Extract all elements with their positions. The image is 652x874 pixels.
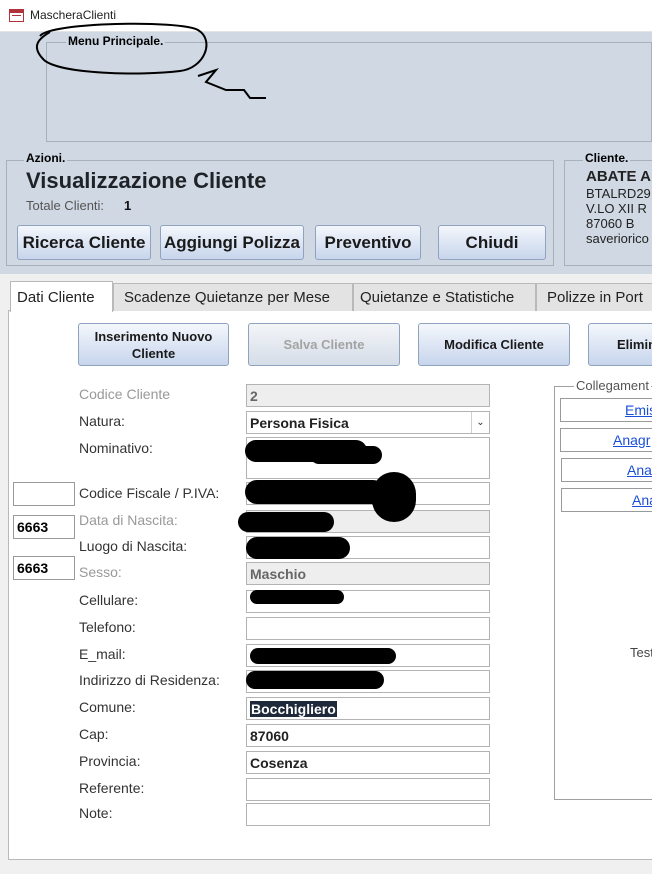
cliente-cap-comune: 87060 B xyxy=(586,216,635,231)
cap-field[interactable]: 87060 xyxy=(246,724,490,747)
redaction-mark xyxy=(372,472,416,522)
comune-value: Bocchigliero xyxy=(250,701,337,717)
access-form-icon xyxy=(9,9,24,22)
referente-label: Referente: xyxy=(79,780,145,796)
modifica-cliente-button[interactable]: Modifica Cliente xyxy=(418,323,570,366)
indirizzo-residenza-label: Indirizzo di Residenza: xyxy=(79,672,220,688)
redaction-mark xyxy=(246,537,350,559)
note-field[interactable] xyxy=(246,803,490,826)
natura-combo[interactable]: Persona Fisica ⌄ xyxy=(246,411,490,434)
azioni-label: Azioni. xyxy=(24,151,68,165)
comune-label: Comune: xyxy=(79,699,136,715)
cellulare-label: Cellulare: xyxy=(79,592,139,608)
chevron-down-icon[interactable]: ⌄ xyxy=(471,412,489,433)
luogo-nascita-label: Luogo di Nascita: xyxy=(79,538,188,554)
page-title: Visualizzazione Cliente xyxy=(26,168,267,193)
inserimento-nuovo-cliente-button[interactable]: Inserimento Nuovo Cliente xyxy=(78,323,229,366)
cap-label: Cap: xyxy=(79,726,109,742)
tab-dati-cliente[interactable]: Dati Cliente xyxy=(10,281,113,312)
aggiungi-polizza-button[interactable]: Aggiungi Polizza xyxy=(160,225,304,260)
totale-clienti-label: Totale Clienti: xyxy=(26,198,105,213)
cliente-codice-fiscale: BTALRD29 xyxy=(586,186,651,201)
testo-label: Test xyxy=(630,645,652,660)
redaction-mark xyxy=(238,512,334,532)
tab-scadenze-quietanze[interactable]: Scadenze Quietanze per Mese xyxy=(113,283,353,311)
chiudi-button[interactable]: Chiudi xyxy=(438,225,546,260)
nominativo-label: Nominativo: xyxy=(79,440,153,456)
side-field-2[interactable]: 6663 xyxy=(13,515,75,539)
tab-polizze-portafoglio[interactable]: Polizze in Port xyxy=(536,283,652,311)
cliente-name: ABATE A xyxy=(586,168,651,185)
anagrafica-link[interactable]: Anagr xyxy=(560,428,652,452)
sesso-field[interactable]: Maschio xyxy=(246,562,490,585)
ricerca-cliente-button[interactable]: Ricerca Cliente xyxy=(17,225,151,260)
referente-field[interactable] xyxy=(246,778,490,801)
provincia-field[interactable]: Cosenza xyxy=(246,751,490,774)
sesso-label: Sesso: xyxy=(79,564,122,580)
email-label: E_mail: xyxy=(79,646,126,662)
natura-value: Persona Fisica xyxy=(250,415,349,431)
codice-cliente-label: Codice Cliente xyxy=(79,386,171,402)
anagrafica-link-2[interactable]: Ana xyxy=(561,458,652,482)
redaction-mark xyxy=(246,671,384,689)
comune-field[interactable]: Bocchigliero xyxy=(246,697,490,720)
salva-cliente-button[interactable]: Salva Cliente xyxy=(248,323,400,366)
redaction-mark xyxy=(250,590,344,604)
codice-fiscale-label: Codice Fiscale / P.IVA: xyxy=(79,485,220,501)
telefono-field[interactable] xyxy=(246,617,490,640)
elimina-cliente-button[interactable]: Elimin xyxy=(588,323,652,366)
collegamenti-label: Collegament xyxy=(574,378,651,393)
preventivo-button[interactable]: Preventivo xyxy=(315,225,421,260)
tab-quietanze-statistiche[interactable]: Quietanze e Statistiche xyxy=(353,283,536,311)
cliente-info-label: Cliente. xyxy=(583,151,631,165)
anagrafica-link-3[interactable]: Ana xyxy=(561,488,652,512)
natura-label: Natura: xyxy=(79,413,125,429)
totale-clienti-value: 1 xyxy=(124,198,132,213)
redaction-mark xyxy=(245,480,385,504)
data-nascita-label: Data di Nascita: xyxy=(79,512,178,528)
provincia-label: Provincia: xyxy=(79,753,141,769)
emissione-link[interactable]: Emis xyxy=(560,398,652,422)
side-field-3[interactable]: 6663 xyxy=(13,556,75,580)
telefono-label: Telefono: xyxy=(79,619,136,635)
cliente-indirizzo: V.LO XII R xyxy=(586,201,647,216)
redaction-mark xyxy=(310,446,382,464)
cliente-email: saveriorico xyxy=(586,231,649,246)
annotation-ellipse-icon xyxy=(35,22,266,99)
redaction-mark xyxy=(250,648,396,664)
side-field-1[interactable] xyxy=(13,482,75,506)
codice-cliente-field[interactable]: 2 xyxy=(246,384,490,407)
note-label: Note: xyxy=(79,805,113,821)
